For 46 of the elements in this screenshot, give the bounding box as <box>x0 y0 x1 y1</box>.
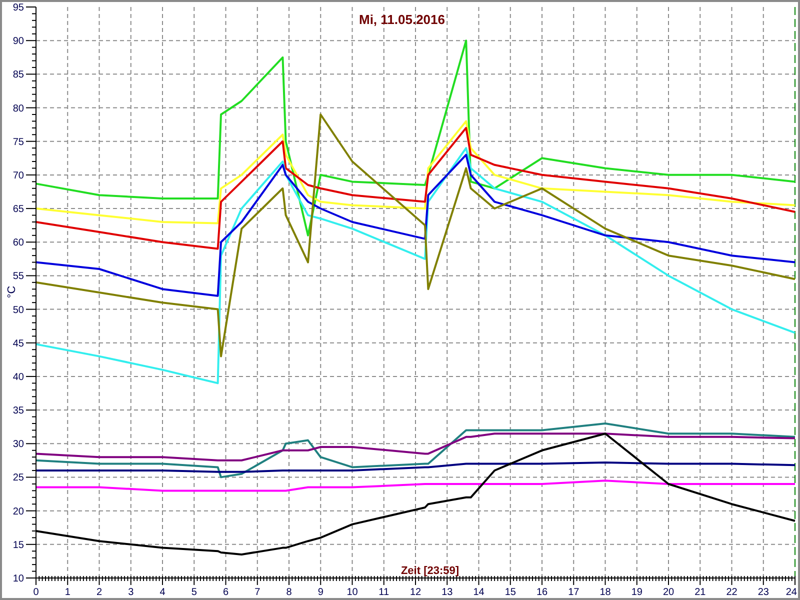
tick-label: 85 <box>12 70 24 81</box>
tick-label: 55 <box>12 271 24 282</box>
tick-label: 80 <box>12 103 24 114</box>
tick-label: 7 <box>254 587 260 598</box>
tick-label: 15 <box>504 587 516 598</box>
tick-label: 6 <box>222 587 229 598</box>
tick-label: 15 <box>12 540 24 551</box>
tick-label: 20 <box>662 587 674 598</box>
tick-label: 0 <box>33 587 39 598</box>
tick-label: 16 <box>536 587 548 598</box>
x-axis-label: Zeit [23:59] <box>400 565 460 577</box>
tick-label: 11 <box>378 587 390 598</box>
tick-label: 1 <box>64 587 70 598</box>
tick-label: 19 <box>631 587 642 598</box>
tick-label: 2 <box>96 587 102 598</box>
tick-label: 65 <box>12 204 24 216</box>
tick-label: 20 <box>12 506 24 518</box>
tick-label: 4 <box>160 587 166 598</box>
tick-label: 24 <box>786 587 797 598</box>
tick-label: 75 <box>12 136 24 148</box>
tick-label: 23 <box>758 587 769 598</box>
tick-label: 8 <box>286 587 292 598</box>
tick-label: 12 <box>410 587 422 598</box>
tick-label: 18 <box>600 587 611 598</box>
tick-label: 25 <box>12 472 24 484</box>
tick-label: 22 <box>726 587 738 598</box>
tick-label: 70 <box>12 170 24 182</box>
chart-title: Mi, 11.05.2016 <box>359 12 445 27</box>
tick-label: 14 <box>473 587 484 598</box>
tick-label: 21 <box>694 587 706 598</box>
tick-label: 40 <box>12 372 24 383</box>
tick-label: 35 <box>12 406 24 417</box>
tick-label: 5 <box>191 587 197 598</box>
tick-label: 3 <box>128 587 134 598</box>
tick-label: 90 <box>12 36 24 48</box>
tick-label: 30 <box>12 439 24 450</box>
tick-label: 9 <box>318 587 324 598</box>
tick-label: 95 <box>12 2 24 14</box>
y-axis-label: °C <box>6 286 18 298</box>
tick-label: 13 <box>442 587 453 598</box>
tick-label: 60 <box>12 238 24 249</box>
tick-label: 50 <box>12 304 24 316</box>
tick-label: 10 <box>346 587 358 598</box>
tick-label: 17 <box>568 587 580 598</box>
tick-label: 10 <box>12 574 24 584</box>
tick-label: 45 <box>12 338 24 350</box>
